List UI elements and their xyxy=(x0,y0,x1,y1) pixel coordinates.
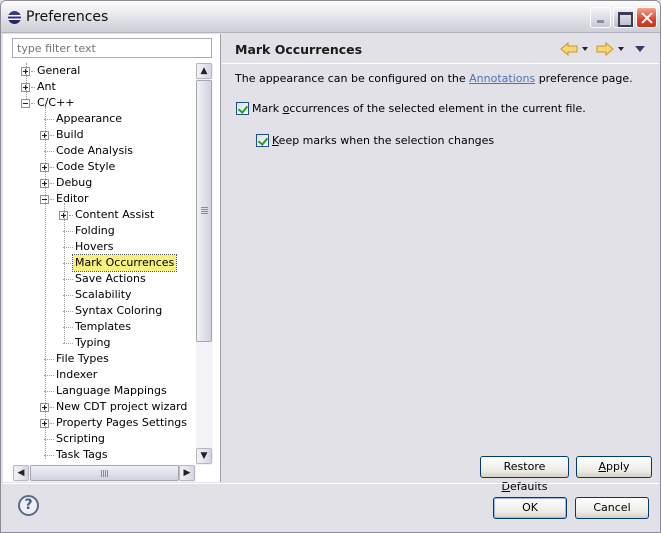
scroll-left-button[interactable]: ◀ xyxy=(13,465,29,481)
tree-item[interactable]: Mark Occurrences xyxy=(3,254,196,272)
tree-item-label: Editor xyxy=(56,192,89,205)
tree-item[interactable]: C/C++ xyxy=(3,95,196,111)
tree-item[interactable]: File Types xyxy=(3,351,196,367)
title-bar: Preferences xyxy=(1,1,660,33)
tree-item-label: New CDT project wizard xyxy=(56,400,188,413)
mark-occurrences-checkbox[interactable] xyxy=(236,102,249,115)
mark-occurrences-label[interactable]: Mark occurrences of the selected element… xyxy=(252,101,586,117)
tree-item[interactable]: Debug xyxy=(3,175,196,191)
tree-item-label: Build xyxy=(56,128,84,141)
keep-marks-checkbox[interactable] xyxy=(256,134,269,147)
description: The appearance can be configured on the … xyxy=(235,72,633,85)
tree-item-label: Scripting xyxy=(56,432,105,445)
tree-item-label: Indexer xyxy=(56,368,98,381)
tree-guide xyxy=(64,203,65,343)
scroll-right-button[interactable]: ▶ xyxy=(179,465,195,481)
minimize-button[interactable] xyxy=(590,7,611,28)
vertical-scroll-thumb[interactable] xyxy=(196,80,212,342)
collapse-icon[interactable] xyxy=(21,99,30,108)
tree-item-label: General xyxy=(37,64,81,77)
cancel-button[interactable]: Cancel xyxy=(575,497,649,519)
tree-item[interactable]: Folding xyxy=(3,223,196,239)
tree-item-label: Mark Occurrences xyxy=(71,254,178,272)
keep-marks-label[interactable]: Keep marks when the selection changes xyxy=(272,133,494,149)
tree-item-label: Code Style xyxy=(56,160,116,173)
preference-page: Mark Occurrences The appearance can be c… xyxy=(222,34,659,493)
tree-item[interactable]: Syntax Coloring xyxy=(3,303,196,319)
tree-item[interactable]: Ant xyxy=(3,79,196,95)
tree-item[interactable]: Task Tags xyxy=(3,447,196,463)
scroll-up-button[interactable]: ▲ xyxy=(196,63,212,79)
tree-item[interactable]: Save Actions xyxy=(3,271,196,287)
tree-item-label: Hovers xyxy=(75,240,114,253)
preference-tree: General Ant C/C++ Appearance Build Code Analy… xyxy=(3,63,196,465)
tree-item[interactable]: Indexer xyxy=(3,367,196,383)
horizontal-scroll-thumb[interactable] xyxy=(30,465,179,481)
window-title: Preferences xyxy=(26,9,109,25)
maximize-button[interactable] xyxy=(613,7,634,28)
tree-item[interactable]: Appearance xyxy=(3,111,196,127)
tree-vertical-scrollbar[interactable]: ▲ ▼ xyxy=(196,63,213,465)
tree-item[interactable]: Editor xyxy=(3,191,196,207)
eclipse-icon xyxy=(8,11,21,24)
tree-item[interactable]: Hovers xyxy=(3,239,196,255)
tree-item-label: File Types xyxy=(56,352,109,365)
tree-item[interactable]: Language Mappings xyxy=(3,383,196,399)
restore-defaults-button[interactable]: Restore Defaults xyxy=(480,456,569,493)
filter-input[interactable] xyxy=(12,38,212,58)
preference-tree-pane: General Ant C/C++ Appearance Build Code Analy… xyxy=(3,34,221,482)
page-title: Mark Occurrences xyxy=(235,42,363,57)
tree-item-label: Language Mappings xyxy=(56,384,167,397)
preferences-dialog: Preferences General Ant C/C++ Appearance Bui… xyxy=(0,0,661,533)
tree-guide xyxy=(45,107,46,459)
apply-button[interactable]: Apply xyxy=(576,456,652,478)
tree-item[interactable]: Scripting xyxy=(3,431,196,447)
tree-item-label: Appearance xyxy=(56,112,123,125)
tree-item-label: Scalability xyxy=(75,288,132,301)
tree-guide xyxy=(26,63,27,99)
tree-item[interactable]: New CDT project wizard xyxy=(3,399,196,415)
forward-history-dropdown-icon[interactable] xyxy=(618,47,624,51)
tree-item[interactable]: Content Assist xyxy=(3,207,196,223)
tree-item-label: Folding xyxy=(75,224,115,237)
tree-item-label: Ant xyxy=(37,80,56,93)
title-separator xyxy=(222,63,659,64)
annotations-link[interactable]: Annotations xyxy=(469,72,535,85)
close-button[interactable] xyxy=(636,7,657,28)
tree-item[interactable]: Property Pages Settings xyxy=(3,415,196,431)
tree-item-label: Property Pages Settings xyxy=(56,416,188,429)
tree-item[interactable]: Code Style xyxy=(3,159,196,175)
tree-item-label: Typing xyxy=(75,336,111,349)
ok-button[interactable]: OK xyxy=(493,497,567,519)
back-arrow-icon[interactable] xyxy=(560,42,578,56)
help-icon[interactable]: ? xyxy=(18,495,39,516)
forward-arrow-icon[interactable] xyxy=(596,42,614,56)
tree-item-label: Debug xyxy=(56,176,93,189)
view-menu-icon[interactable] xyxy=(635,46,645,52)
footer-separator xyxy=(3,483,659,484)
tree-item[interactable]: Code Analysis xyxy=(3,143,196,159)
tree-horizontal-scrollbar[interactable]: ◀ ▶ xyxy=(13,465,196,482)
tree-item-label: Templates xyxy=(75,320,131,333)
tree-item[interactable]: Build xyxy=(3,127,196,143)
tree-item[interactable]: General xyxy=(3,63,196,79)
tree-item[interactable]: Typing xyxy=(3,335,196,351)
scroll-down-button[interactable]: ▼ xyxy=(196,448,212,464)
tree-item-label: Save Actions xyxy=(75,272,146,285)
tree-item-label: Content Assist xyxy=(75,208,155,221)
tree-item[interactable]: Scalability xyxy=(3,287,196,303)
tree-item[interactable]: Templates xyxy=(3,319,196,335)
tree-item-label: Syntax Coloring xyxy=(75,304,163,317)
back-history-dropdown-icon[interactable] xyxy=(582,47,588,51)
tree-item-label: Code Analysis xyxy=(56,144,133,157)
tree-item-label: C/C++ xyxy=(37,96,75,109)
tree-item-label: Task Tags xyxy=(56,448,108,461)
tree-connector xyxy=(63,343,73,344)
